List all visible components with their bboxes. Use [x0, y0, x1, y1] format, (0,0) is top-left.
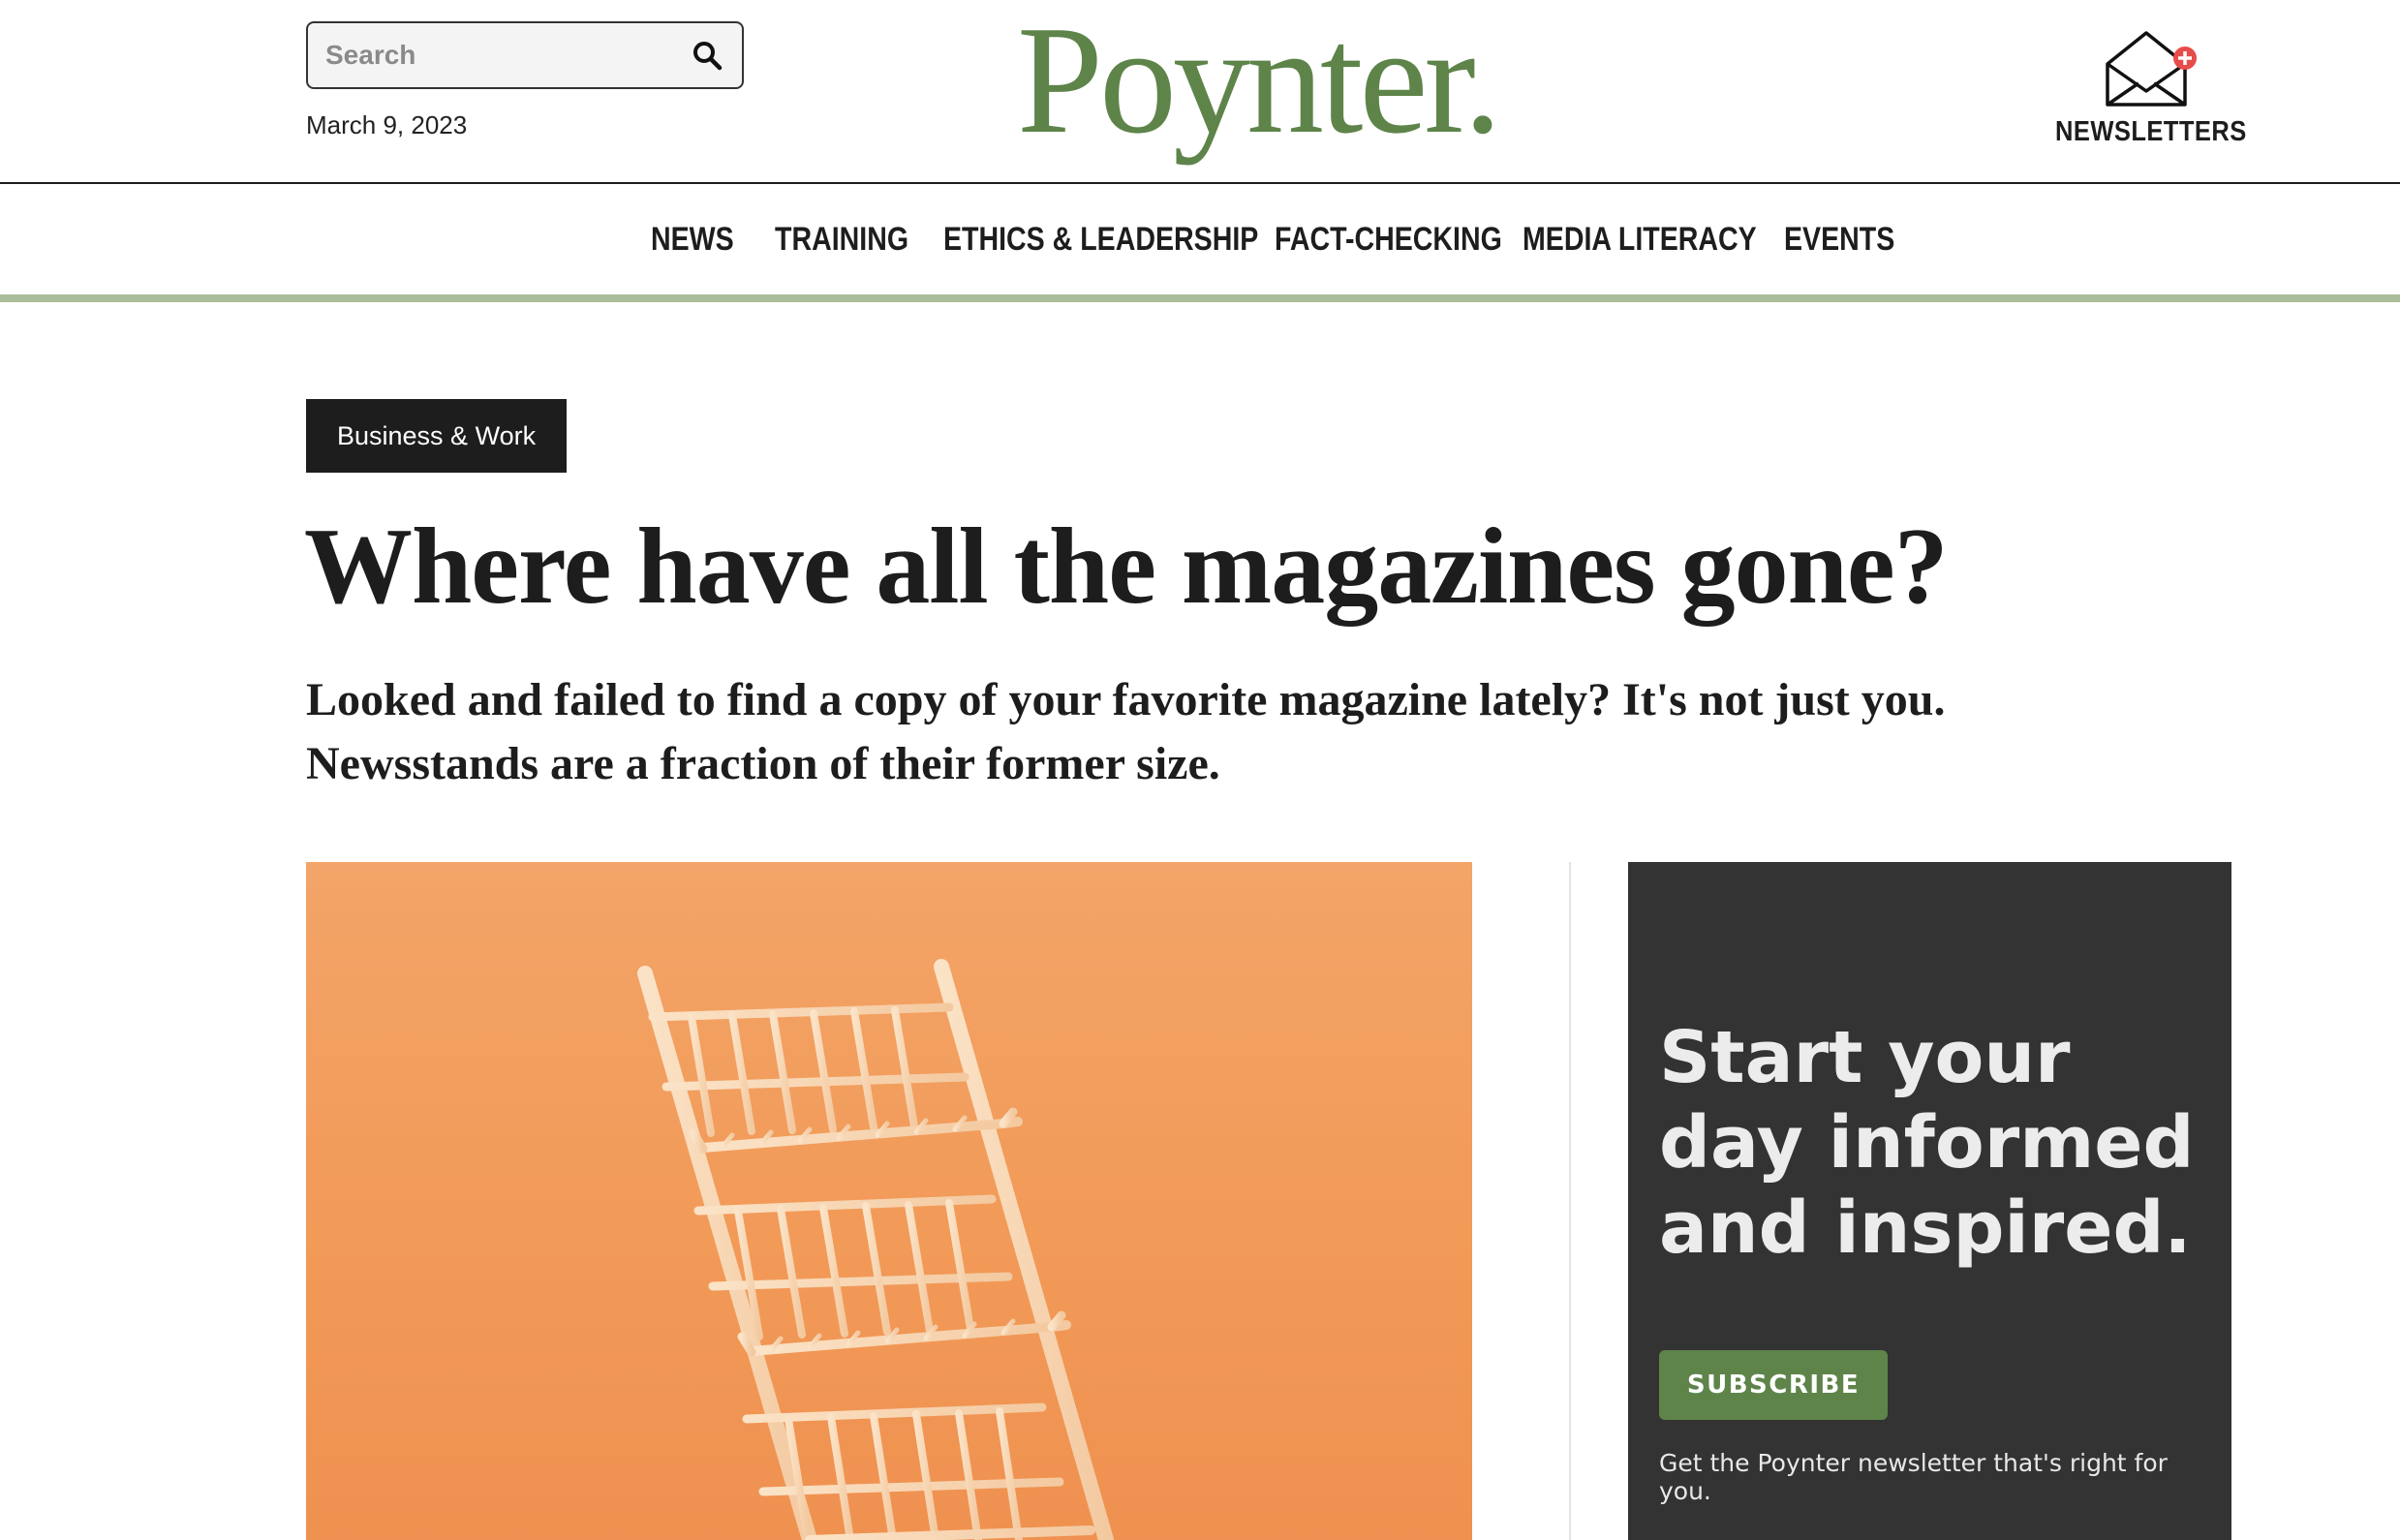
promo-subtext: Get the Poynter newsletter that's right … — [1659, 1449, 2168, 1505]
nav-item-training[interactable]: TRAINING — [775, 221, 908, 259]
nav-item-ethics-leadership[interactable]: ETHICS & LEADERSHIP — [943, 221, 1258, 259]
nav-item-events[interactable]: EVENTS — [1784, 221, 1894, 259]
main-nav: NEWS TRAINING ETHICS & LEADERSHIP FACT-C… — [0, 184, 2400, 302]
nav-item-news[interactable]: NEWS — [651, 221, 734, 259]
hero-image — [306, 862, 1472, 1540]
search-input[interactable] — [323, 39, 692, 72]
promo-title: Start your day informed and inspired. — [1659, 1016, 2195, 1270]
envelope-plus-icon — [2106, 31, 2197, 107]
current-date: March 9, 2023 — [306, 110, 468, 139]
nav-item-fact-checking[interactable]: FACT-CHECKING — [1275, 221, 1502, 259]
newsletter-promo: Start your day informed and inspired. SU… — [1628, 862, 2231, 1540]
article-headline: Where have all the magazines gone? — [304, 507, 1949, 627]
nav-item-media-literacy[interactable]: MEDIA LITERACY — [1523, 221, 1757, 259]
article-dek: Looked and failed to find a copy of your… — [306, 674, 1946, 789]
column-divider — [1569, 862, 1571, 1540]
search-box[interactable] — [306, 21, 744, 89]
poynter-logo[interactable]: Poynter. — [1017, 0, 1521, 167]
site-header: March 9, 2023 Poynter. NEWSLETTERS — [0, 0, 2400, 184]
subscribe-button[interactable]: SUBSCRIBE — [1659, 1350, 1888, 1420]
category-tag[interactable]: Business & Work — [306, 399, 568, 473]
newsletters-link[interactable]: NEWSLETTERS — [2044, 27, 2247, 153]
search-icon[interactable] — [692, 40, 723, 71]
newsletters-label: NEWSLETTERS — [2055, 116, 2247, 147]
magazine-rack-illustration — [637, 959, 1114, 1540]
